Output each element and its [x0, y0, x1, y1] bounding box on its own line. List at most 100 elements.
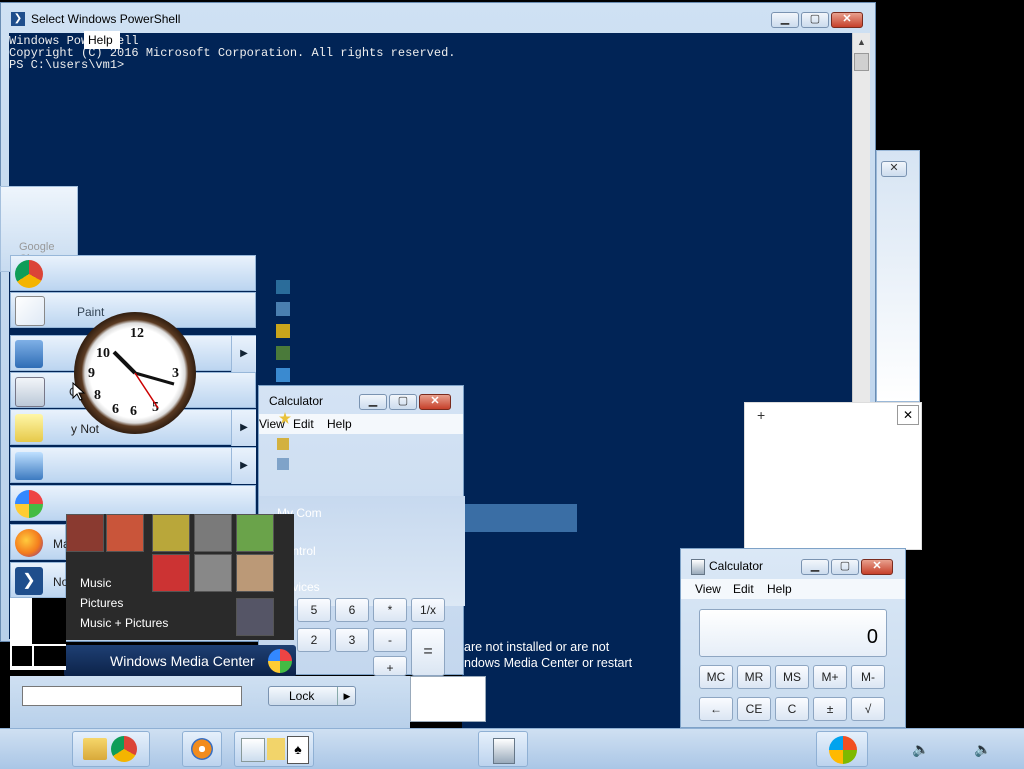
media-tile — [236, 514, 274, 552]
maximize-button[interactable]: ▢ — [801, 12, 829, 28]
minimize-button[interactable]: ▁ — [771, 12, 799, 28]
volume-icon[interactable]: 🔈 — [912, 741, 929, 758]
error-panel: are not installed or are not ndows Media… — [462, 632, 680, 728]
taskbar-explorer-chrome[interactable] — [72, 731, 150, 767]
calc-button-sign[interactable]: ± — [813, 697, 847, 721]
media-center-bar[interactable]: Windows Media Center — [64, 645, 296, 677]
windows-media-center-icon — [15, 490, 43, 518]
error-line: ndows Media Center or restart — [464, 656, 633, 670]
taskbar-media-player[interactable] — [182, 731, 222, 767]
media-tile — [66, 514, 104, 552]
close-note-icon[interactable]: ✕ — [897, 405, 919, 425]
menu-edit[interactable]: Edit — [733, 582, 754, 596]
start-item-chrome[interactable] — [10, 255, 256, 291]
calc-button-mc[interactable]: MC — [699, 665, 733, 689]
taskbar-paint-solitaire[interactable]: ♠ — [234, 731, 314, 767]
submenu-arrow-icon[interactable]: ▶ — [231, 448, 256, 484]
media-player-icon — [191, 738, 213, 760]
solitaire-icon: ♠ — [287, 736, 309, 764]
menu-view[interactable]: View — [259, 417, 285, 431]
close-button[interactable]: ✕ — [861, 559, 893, 575]
clock-gadget[interactable]: 12 10 9 3 6 6 5 8 — [74, 312, 196, 434]
taskbar-calculator[interactable] — [478, 731, 528, 767]
calc-button-backspace[interactable]: ← — [699, 697, 733, 721]
folder-icon — [267, 738, 285, 760]
remote-desktop-icon — [15, 452, 43, 480]
calculator-window[interactable]: Calculator ▁ ▢ ✕ View Edit Help 0 MC MR … — [680, 548, 906, 728]
paint-icon — [241, 738, 265, 762]
grid-area — [10, 598, 66, 670]
minimize-button[interactable]: ▁ — [359, 394, 387, 410]
menu-help[interactable]: Help — [327, 417, 352, 431]
calc-button-multiply[interactable]: * — [373, 598, 407, 622]
close-button[interactable]: ✕ — [831, 12, 863, 28]
firefox-icon — [15, 529, 43, 557]
maximize-button[interactable]: ▢ — [831, 559, 859, 575]
calc-button-ms[interactable]: MS — [775, 665, 809, 689]
start-item-remote-desktop[interactable]: ▶ — [10, 447, 256, 484]
windows-logo-icon — [829, 736, 857, 764]
scroll-thumb[interactable] — [854, 53, 869, 71]
menu-edit[interactable]: Edit — [293, 417, 314, 431]
menu-view[interactable]: View — [695, 582, 721, 596]
scroll-up-icon[interactable]: ▲ — [857, 37, 866, 47]
window-controls: ▁ ▢ ✕ — [801, 559, 893, 575]
window-controls: ▁ ▢ ✕ — [771, 12, 863, 28]
calc-display: 0 — [699, 609, 887, 657]
menu-help[interactable]: Help — [767, 582, 792, 596]
calc-button-subtract[interactable]: - — [373, 628, 407, 652]
calc-button-add[interactable]: + — [373, 656, 407, 676]
media-tile — [194, 514, 232, 552]
calc-button-m-plus[interactable]: M+ — [813, 665, 847, 689]
calc-button-reciprocal[interactable]: 1/x — [411, 598, 445, 622]
calc-button-sqrt[interactable]: √ — [851, 697, 885, 721]
folder-icon — [276, 324, 290, 338]
calc-button-m-minus[interactable]: M- — [851, 665, 885, 689]
start-item-powershell[interactable]: ❯ No — [10, 562, 68, 598]
calc-button-c[interactable]: C — [775, 697, 809, 721]
search-input[interactable] — [22, 686, 242, 706]
media-center-preview[interactable]: Music Pictures Music + Pictures — [66, 514, 294, 640]
lock-arrow-icon[interactable]: ▶ — [337, 687, 356, 705]
media-tile — [236, 554, 274, 592]
calc-button-3[interactable]: 3 — [335, 628, 369, 652]
sticky-note[interactable]: + ✕ — [744, 402, 922, 550]
lock-button[interactable]: Lock ▶ — [268, 686, 356, 706]
window-title: Calculator — [709, 559, 764, 573]
console-prompt: PS C:\users\vm1> — [9, 58, 125, 72]
sticky-notes-icon — [15, 414, 43, 442]
getting-started-icon — [15, 340, 43, 368]
clock-hands — [112, 350, 175, 409]
users-icon — [276, 346, 290, 360]
close-button[interactable]: ✕ — [419, 394, 451, 410]
submenu-arrow-icon[interactable]: ▶ — [231, 410, 256, 446]
calc-button-ce[interactable]: CE — [737, 697, 771, 721]
start-button[interactable] — [816, 731, 868, 767]
media-item-music[interactable]: Music — [80, 576, 111, 590]
blank-panel — [410, 676, 486, 722]
volume-icon[interactable]: 🔈 — [974, 741, 991, 758]
calculator-icon — [493, 738, 515, 764]
help-tooltip: Help — [84, 31, 120, 49]
background-window[interactable]: ✕ — [876, 150, 920, 402]
maximize-button[interactable]: ▢ — [389, 394, 417, 410]
calc-button-equals[interactable]: = — [411, 628, 445, 676]
add-note-icon[interactable]: + — [757, 407, 765, 423]
close-button[interactable]: ✕ — [881, 161, 907, 177]
calc-button-6[interactable]: 6 — [335, 598, 369, 622]
media-item-pictures[interactable]: Pictures — [80, 596, 123, 610]
submenu-arrow-icon[interactable]: ▶ — [231, 336, 256, 372]
powershell-icon: ❯ — [15, 567, 43, 595]
grid-cell — [32, 598, 66, 644]
calc-button-5[interactable]: 5 — [297, 598, 331, 622]
start-item-firefox[interactable]: Ma — [10, 524, 70, 560]
start-search-bar: Lock ▶ — [10, 676, 410, 728]
video-icon — [276, 280, 290, 294]
chrome-icon — [111, 736, 137, 762]
calc-button-2[interactable]: 2 — [297, 628, 331, 652]
calc-button-mr[interactable]: MR — [737, 665, 771, 689]
folder-icon — [83, 738, 107, 760]
console-line: Copyright (C) 2016 Microsoft Corporation… — [9, 46, 456, 60]
minimize-button[interactable]: ▁ — [801, 559, 829, 575]
media-item-music-pictures[interactable]: Music + Pictures — [80, 616, 168, 630]
